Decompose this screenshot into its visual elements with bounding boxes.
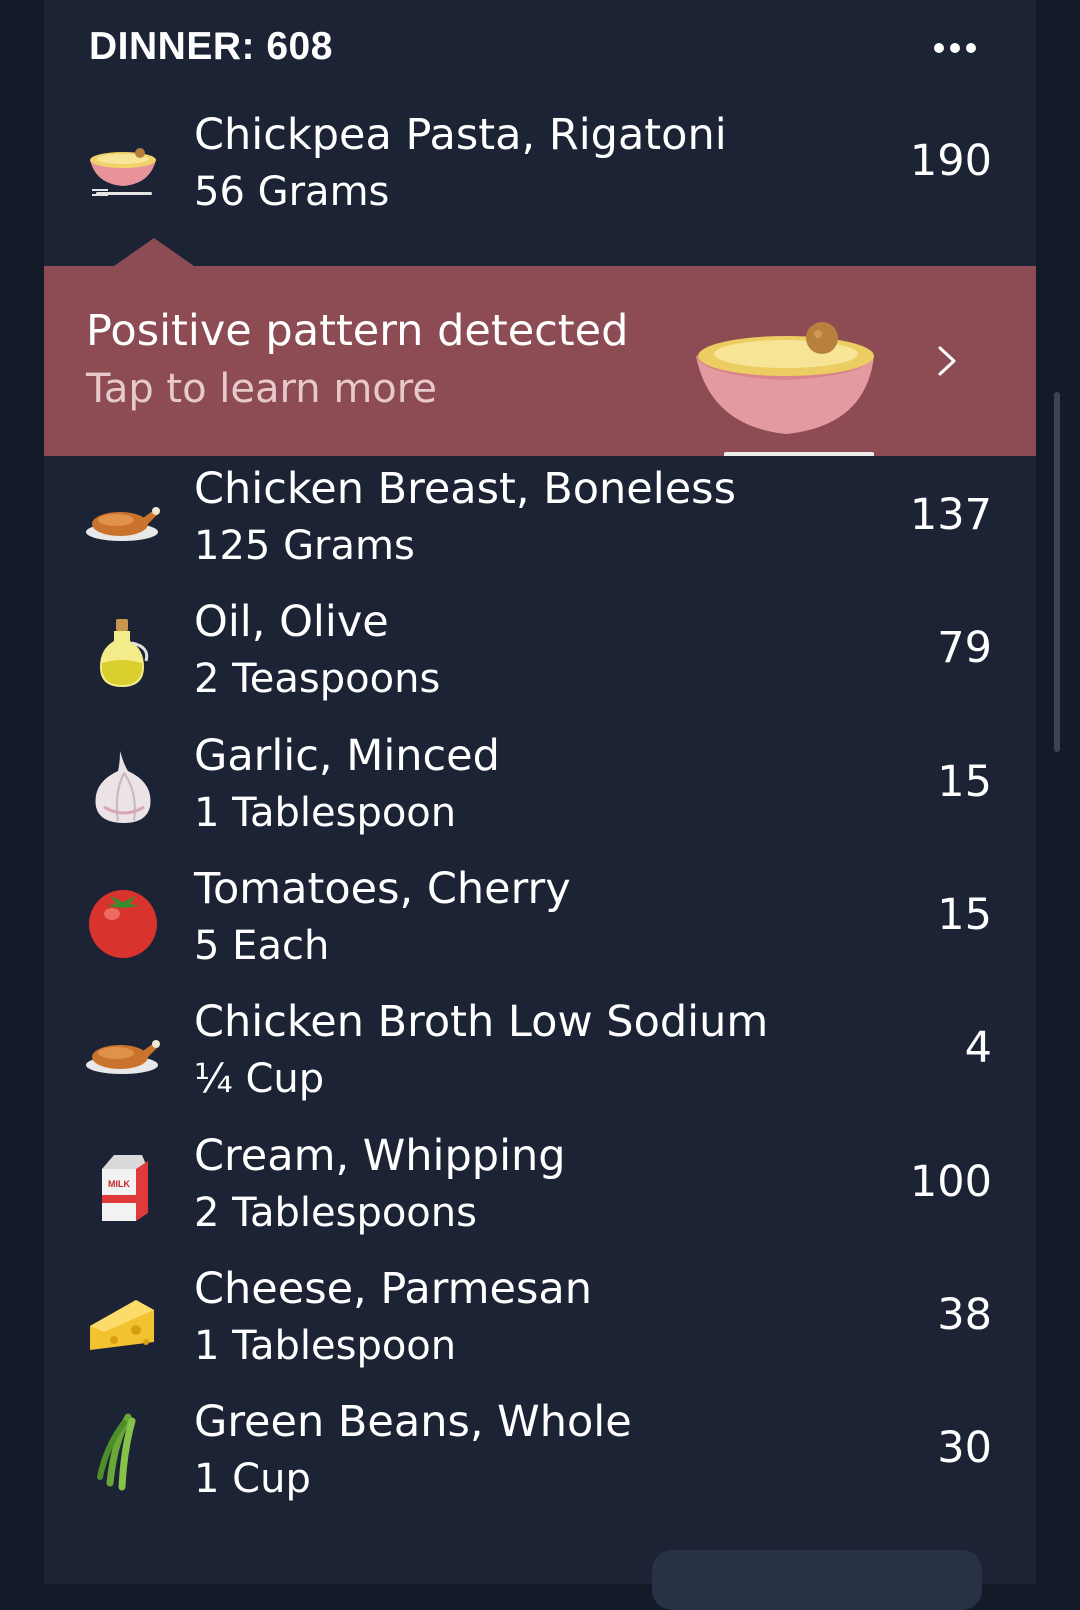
meal-card: DINNER: 608 Chickpea Pasta, Rigatoni 56 … <box>44 0 1036 1584</box>
cheese-icon <box>84 1280 162 1358</box>
food-quantity: 56 Grams <box>194 169 390 215</box>
food-quantity: 125 Grams <box>194 523 415 569</box>
food-name: Chickpea Pasta, Rigatoni <box>194 110 727 160</box>
food-item-chickpea-pasta[interactable]: Chickpea Pasta, Rigatoni 56 Grams 190 <box>44 104 1036 234</box>
food-quantity: 2 Tablespoons <box>194 1190 477 1236</box>
food-name: Green Beans, Whole <box>194 1397 632 1447</box>
food-item-garlic[interactable]: Garlic, Minced 1 Tablespoon 15 <box>44 725 1036 855</box>
food-item-chicken-broth[interactable]: Chicken Broth Low Sodium ¼ Cup 4 <box>44 991 1036 1121</box>
food-quantity: 5 Each <box>194 923 330 969</box>
roast-chicken-icon <box>84 480 162 558</box>
food-item-cherry-tomatoes[interactable]: Tomatoes, Cherry 5 Each 15 <box>44 858 1036 988</box>
meal-title: DINNER: 608 <box>89 25 333 68</box>
food-name: Chicken Broth Low Sodium <box>194 997 769 1047</box>
food-quantity: 1 Tablespoon <box>194 790 457 836</box>
food-calories: 100 <box>909 1157 992 1207</box>
food-item-chicken-breast[interactable]: Chicken Breast, Boneless 125 Grams 137 <box>44 458 1036 588</box>
food-name: Cream, Whipping <box>194 1131 566 1181</box>
food-name: Oil, Olive <box>194 597 389 647</box>
food-calories: 30 <box>937 1423 992 1473</box>
food-name: Tomatoes, Cherry <box>194 864 571 914</box>
food-name: Cheese, Parmesan <box>194 1264 593 1314</box>
banner-subtitle: Tap to learn more <box>86 366 437 412</box>
food-quantity: 2 Teaspoons <box>194 656 441 702</box>
food-calories: 4 <box>964 1023 992 1073</box>
food-item-parmesan[interactable]: Cheese, Parmesan 1 Tablespoon 38 <box>44 1258 1036 1388</box>
food-name: Garlic, Minced <box>194 731 500 781</box>
banner-pointer <box>114 238 194 266</box>
meal-header: DINNER: 608 <box>44 0 1036 96</box>
food-calories: 15 <box>937 890 992 940</box>
more-horizontal-icon <box>934 43 944 53</box>
oil-bottle-icon <box>84 613 162 691</box>
banner-title: Positive pattern detected <box>86 306 629 356</box>
pasta-bowl-icon <box>694 316 884 456</box>
food-item-whipping-cream[interactable]: MILK Cream, Whipping 2 Tablespoons 100 <box>44 1125 1036 1255</box>
green-beans-icon <box>84 1413 162 1491</box>
roast-chicken-icon <box>84 1013 162 1091</box>
chevron-right-icon <box>932 344 960 378</box>
food-item-green-beans[interactable]: Green Beans, Whole 1 Cup 30 <box>44 1391 1036 1521</box>
pattern-banner[interactable]: Positive pattern detected Tap to learn m… <box>44 266 1036 456</box>
pasta-bowl-icon <box>84 126 162 204</box>
food-quantity: 1 Tablespoon <box>194 1323 457 1369</box>
food-name: Chicken Breast, Boneless <box>194 464 736 514</box>
food-calories: 38 <box>937 1290 992 1340</box>
svg-text:MILK: MILK <box>108 1179 130 1189</box>
bottom-action-button[interactable] <box>652 1550 982 1610</box>
food-calories: 137 <box>909 490 992 540</box>
food-calories: 79 <box>937 623 992 673</box>
more-options-button[interactable] <box>934 40 978 56</box>
food-calories: 15 <box>937 757 992 807</box>
garlic-icon <box>84 747 162 825</box>
tomato-icon <box>84 880 162 958</box>
food-calories: 190 <box>909 136 992 186</box>
scrollbar[interactable] <box>1054 392 1060 752</box>
food-quantity: 1 Cup <box>194 1456 311 1502</box>
milk-carton-icon: MILK <box>84 1147 162 1225</box>
food-quantity: ¼ Cup <box>194 1056 325 1102</box>
food-item-olive-oil[interactable]: Oil, Olive 2 Teaspoons 79 <box>44 591 1036 721</box>
